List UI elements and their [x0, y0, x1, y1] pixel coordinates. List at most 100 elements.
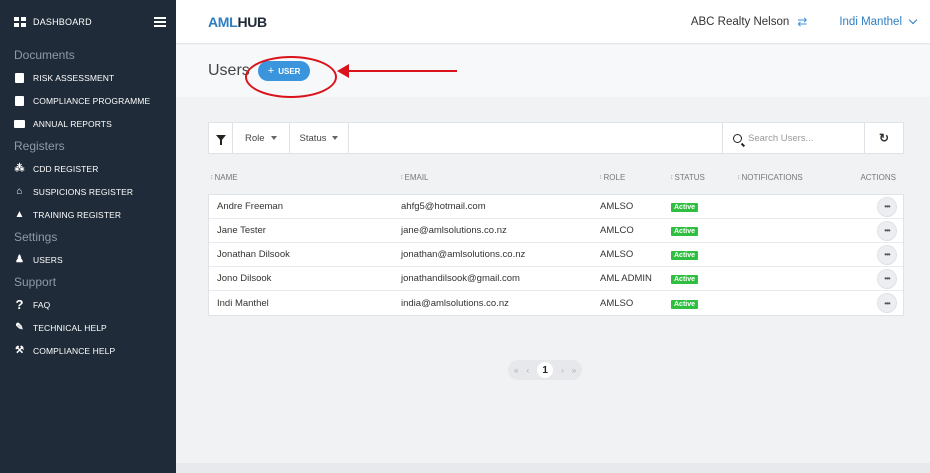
sidebar-item-risk-assessment[interactable]: RISK ASSESSMENT [0, 66, 176, 89]
sidebar-item-label: SUSPICIONS REGISTER [33, 186, 134, 197]
document-icon [14, 72, 25, 83]
organisation-name: ABC Realty Nelson [690, 15, 790, 28]
search-icon [733, 133, 742, 143]
next-page-button[interactable]: › [561, 366, 564, 375]
table-row[interactable]: Jono Dilsook jonathandilsook@gmail.com A… [209, 267, 903, 291]
filter-spacer [349, 123, 723, 153]
wrench-icon: ✎ [15, 322, 24, 333]
sidebar-item-label: USERS [33, 254, 63, 265]
user-name-cell: Jane Tester [217, 225, 266, 236]
status-filter-label: Status [299, 132, 327, 144]
row-actions-button[interactable]: ••• [877, 244, 897, 265]
column-header-notifications[interactable]: ↕ NOTIFICATIONS [737, 168, 844, 186]
sidebar: DASHBOARD Documents RISK ASSESSMENT COMP… [0, 0, 176, 473]
row-actions-button[interactable]: ••• [877, 220, 897, 241]
status-badge: Active [671, 203, 699, 212]
user-role-cell: AMLCO [600, 225, 634, 236]
user-role-cell: AML ADMIN [600, 273, 652, 284]
user-name-cell: Andre Freeman [217, 201, 284, 212]
switch-organisation-icon[interactable]: ⇄ [797, 15, 807, 29]
menu-toggle-icon[interactable] [154, 17, 166, 27]
user-email-cell: ahfg5@hotmail.com [401, 201, 486, 212]
sidebar-item-cdd-register[interactable]: ⁂ CDD REGISTER [0, 157, 176, 180]
role-filter-dropdown[interactable]: Role [233, 123, 290, 153]
row-actions-button[interactable]: ••• [877, 293, 897, 313]
filter-bar: Role Status ↻ [208, 122, 904, 154]
refresh-button[interactable]: ↻ [865, 123, 903, 153]
question-icon: ? [15, 297, 24, 312]
user-settings-icon: ♟ [14, 254, 25, 265]
footer-shade [176, 463, 930, 473]
filter-icon [215, 135, 226, 145]
gavel-icon: ⚒ [14, 345, 25, 356]
last-page-button[interactable]: » [572, 366, 576, 375]
sidebar-item-label: COMPLIANCE PROGRAMME [33, 95, 151, 106]
main-content: Role Status ↻ ↕NAME ↕EMAIL ↕ROLE ↕STATUS… [176, 98, 930, 473]
sidebar-section-settings: Settings [14, 230, 58, 244]
table-row[interactable]: Jane Tester jane@amlsolutions.co.nz AMLC… [209, 219, 903, 243]
role-filter-label: Role [245, 132, 265, 144]
user-role-cell: AMLSO [600, 249, 634, 260]
annotation-circle [245, 56, 337, 98]
users-table: Andre Freeman ahfg5@hotmail.com AMLSO Ac… [208, 194, 904, 316]
user-role-cell: AMLSO [600, 297, 634, 309]
sidebar-item-label: TECHNICAL HELP [33, 322, 107, 333]
sidebar-item-compliance-help[interactable]: ⚒ COMPLIANCE HELP [0, 339, 176, 362]
graduation-cap-icon: ▲ [14, 209, 25, 220]
sidebar-section-registers: Registers [14, 139, 65, 153]
sidebar-section-documents: Documents [14, 48, 75, 62]
search-input[interactable] [748, 132, 848, 144]
search-box[interactable] [723, 123, 865, 153]
table-row[interactable]: Indi Manthel india@amlsolutions.co.nz AM… [209, 291, 903, 315]
column-header-status[interactable]: ↕ STATUS [670, 168, 737, 186]
table-row[interactable]: Jonathan Dilsook jonathan@amlsolutions.c… [209, 243, 903, 267]
sidebar-header: DASHBOARD [0, 0, 176, 44]
pagination: « ‹ 1 › » [508, 360, 583, 380]
status-badge: Active [671, 299, 699, 309]
sidebar-item-label: RISK ASSESSMENT [33, 72, 115, 83]
app-logo[interactable]: AMLHUB [208, 14, 267, 30]
sidebar-section-support: Support [14, 275, 57, 289]
table-row[interactable]: Andre Freeman ahfg5@hotmail.com AMLSO Ac… [209, 195, 903, 219]
sidebar-item-dashboard[interactable]: DASHBOARD [33, 17, 154, 27]
caret-down-icon [270, 136, 277, 140]
sidebar-item-users[interactable]: ♟ USERS [0, 248, 176, 271]
bank-icon: ⌂ [16, 186, 23, 197]
column-header-role[interactable]: ↕ ROLE [599, 168, 670, 186]
sidebar-item-technical-help[interactable]: ✎ TECHNICAL HELP [0, 316, 176, 339]
sidebar-item-label: FAQ [33, 299, 51, 310]
document-edit-icon [14, 95, 25, 106]
status-badge: Active [671, 227, 699, 236]
column-header-email[interactable]: ↕ EMAIL [400, 168, 599, 186]
user-name-cell: Indi Manthel [217, 297, 269, 309]
annotation-arrow [337, 64, 457, 78]
sidebar-item-annual-reports[interactable]: ANNUAL REPORTS [0, 112, 176, 135]
sidebar-item-label: CDD REGISTER [33, 163, 99, 174]
user-name-cell: Jono Dilsook [217, 273, 272, 284]
users-group-icon: ⁂ [14, 163, 25, 174]
sidebar-item-suspicions-register[interactable]: ⌂ SUSPICIONS REGISTER [0, 180, 176, 203]
user-email-cell: jane@amlsolutions.co.nz [401, 225, 507, 236]
chevron-down-icon[interactable] [908, 15, 918, 24]
column-header-name[interactable]: ↕ NAME [208, 168, 400, 186]
user-menu[interactable]: Indi Manthel [839, 16, 902, 28]
sidebar-item-training-register[interactable]: ▲ TRAINING REGISTER [0, 203, 176, 226]
status-badge: Active [671, 251, 699, 260]
first-page-button[interactable]: « [514, 366, 518, 375]
status-filter-dropdown[interactable]: Status [290, 123, 350, 153]
status-badge: Active [671, 275, 699, 284]
current-page-button[interactable]: 1 [537, 362, 554, 378]
user-role-cell: AMLSO [600, 201, 634, 212]
sidebar-item-compliance-programme[interactable]: COMPLIANCE PROGRAMME [0, 89, 176, 112]
user-email-cell: jonathan@amlsolutions.co.nz [401, 249, 526, 260]
sidebar-item-label: COMPLIANCE HELP [33, 345, 116, 356]
top-bar: AMLHUB ABC Realty Nelson ⇄ Indi Manthel [176, 0, 930, 44]
row-actions-button[interactable]: ••• [877, 268, 897, 289]
row-actions-button[interactable]: ••• [877, 196, 897, 217]
column-header-actions: ACTIONS [860, 172, 896, 182]
sidebar-item-faq[interactable]: ? FAQ [0, 293, 176, 316]
calendar-icon [14, 118, 25, 129]
sidebar-item-label: ANNUAL REPORTS [33, 118, 112, 129]
filter-button[interactable] [209, 123, 233, 153]
prev-page-button[interactable]: ‹ [526, 366, 529, 375]
